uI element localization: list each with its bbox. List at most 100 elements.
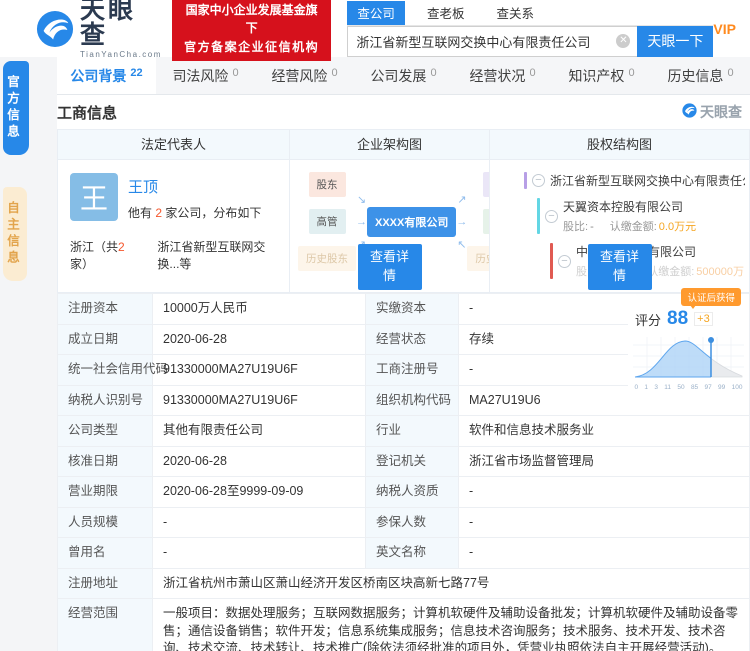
org-node[interactable]: 高管 [308,209,346,234]
axis-tick: 85 [690,383,699,391]
arrow-up-left-icon: ↖ [457,238,467,251]
equity-node: − 天翼资本控股有限公司 股比: - 认缴金额: 0.0万元 [537,198,745,234]
table-row: 人员规模 - 参保人数 - [57,506,750,538]
table-label-cell: 参保人数 [365,506,459,538]
nav-tab-label: 经营风险 [271,67,328,84]
ratio-value: - [590,221,594,233]
search-type-tabs: 查公司 查老板 查关系 [347,0,714,26]
table-label-cell: 公司类型 [57,415,153,447]
amount-value: 0.0万元 [658,221,697,233]
axis-tick: 100 [731,383,743,391]
collapse-icon[interactable]: − [532,174,545,187]
table-row: 核准日期 2020-06-28 登记机关 浙江省市场监督管理局 [57,445,750,477]
axis-tick: 50 [677,383,685,391]
equity-column: 股权结构图 − 浙江省新型互联网交换中心有限责任公司 − 天翼资本控股有限公司 股比: -… [490,130,749,292]
nav-tab[interactable]: 经营风险 0 [255,57,354,94]
watermark-text: 天眼查 [700,104,742,120]
arrow-down-right-icon: ↘ [356,193,367,206]
nav-tab-label: 知识产权 [568,67,625,84]
arrow-right-icon: → [456,215,468,228]
nav-tab-count: 0 [529,67,536,79]
region-company-link[interactable]: 浙江省新型互联网交换...等 [157,238,279,272]
org-view-detail-button[interactable]: 查看详情 [357,244,422,290]
org-node[interactable]: 分支机构 [483,209,489,234]
search-type-tab[interactable]: 查老板 [417,1,475,25]
search-area: 查公司查老板查关系 ✕ 天眼一下 [347,0,714,57]
table-row: 公司类型 其他有限责任公司 行业 软件和信息技术服务业 [57,415,750,447]
table-value-cell: 浙江省杭州市萧山区萧山经济开发区桥南区块高新七路77号 [152,567,750,599]
table-label-cell: 实缴资本 [365,293,459,325]
org-node[interactable]: 股东 [308,172,346,197]
equity-node-text: 浙江省新型互联网交换中心有限责任公司 [550,172,745,189]
nav-tab-label: 公司发展 [370,67,427,84]
nav-tab-count: 22 [130,67,143,79]
score-value: 88 [667,308,689,329]
tianyancha-logo[interactable]: 天眼查 TianYanCha.com [36,0,162,59]
gov-badge-line1: 国家中小企业发展基金旗下 [185,2,318,36]
search-row: ✕ 天眼一下 [347,25,714,57]
collapse-icon[interactable]: − [558,254,571,268]
nav-tab-label: 历史信息 [667,67,724,84]
avatar[interactable]: 王 [70,173,118,221]
amount-label: 认缴金额: [647,266,695,278]
table-value-cell: 一般项目：数据处理服务；互联网数据服务；计算机软硬件及辅助设备批发；计算机软硬件… [152,598,750,651]
nav-tab[interactable]: 经营状况 0 [453,57,552,94]
table-label-cell: 组织机构代码 [365,384,459,416]
table-value-cell: 浙江省市场监督管理局 [458,445,750,477]
table-label-cell: 成立日期 [57,323,153,355]
section-head: 工商信息 天眼查 [57,95,750,129]
axis-tick: 11 [664,383,672,391]
clear-input-icon[interactable]: ✕ [616,34,631,48]
legal-rep-header: 法定代表人 [58,130,289,160]
nav-tab[interactable]: 历史信息 0 [651,57,750,94]
org-right-stack: 对外投资分支机构历史法定代表人 [467,172,489,271]
nav-tab[interactable]: 公司发展 0 [354,57,453,94]
top-header: 天眼查 TianYanCha.com 国家中小企业发展基金旗下 官方备案企业征信… [0,0,750,62]
legal-rep-top: 王 王顶 他有 2 家公司，分布如下 [70,173,279,221]
table-label-cell: 统一社会信用代码 [57,354,168,386]
nav-tab[interactable]: 司法风险 0 [156,57,255,94]
search-input-wrap: ✕ [347,25,638,57]
amount-value: 500000万 人民 [696,266,745,278]
org-center-company[interactable]: XXXX有限公司 [367,206,457,237]
equity-node-detail: 股比: - 认缴金额: 0.0万元 [563,218,696,234]
table-label-cell: 英文名称 [365,537,459,569]
score-head: 评分 88 +3 [635,308,744,330]
nav-tab[interactable]: 知识产权 0 [552,57,651,94]
tianyancha-eye-icon [36,10,74,48]
table-label-cell: 人员规模 [57,506,153,538]
equity-company-name[interactable]: 浙江省新型互联网交换中心有限责任公司 [550,172,745,189]
table-value-cell: 软件和信息技术服务业 [458,415,750,447]
tianyancha-watermark-icon [682,103,697,121]
org-node[interactable]: 对外投资 [483,172,489,197]
vip-link[interactable]: VIP [713,21,736,37]
nav-tab-count: 0 [232,67,239,79]
equity-view-detail-button[interactable]: 查看详情 [587,244,652,290]
table-value-cell: - [458,476,750,508]
org-node[interactable]: 历史股东 [298,246,356,271]
legal-rep-name-link[interactable]: 王顶 [128,176,261,197]
certification-badge[interactable]: 认证后获得 [681,288,741,309]
search-button[interactable]: 天眼一下 [637,25,714,57]
search-input[interactable] [348,33,638,49]
gov-badge-line2: 官方备案企业征信机构 [184,39,320,54]
table-wrap: 注册资本 10000万人民币 实缴资本 - 成立日期 2020-06-28 经营状态 存续 统一… [57,288,750,651]
equity-company-name[interactable]: 天翼资本控股有限公司 [563,198,696,215]
table-label-cell: 营业期限 [57,476,153,508]
collapse-icon[interactable]: − [545,209,558,223]
table-value-cell: - [152,537,366,569]
search-type-tab[interactable]: 查公司 [347,0,405,25]
nav-tab[interactable]: 公司背景 22 [57,57,156,94]
table-label-cell: 工商注册号 [365,354,459,386]
legal-rep-region-row: 浙江（共2家） 浙江省新型互联网交换...等 [70,238,279,272]
score-distribution-chart [633,337,744,378]
nav-tab-count: 0 [727,67,734,79]
sidebar-item[interactable]: 官方信息 [3,61,29,155]
score-label: 评分 [635,312,662,328]
score-delta: +3 [694,312,713,326]
legal-rep-desc: 他有 2 家公司，分布如下 [128,206,262,220]
search-type-tab[interactable]: 查关系 [486,1,544,25]
sidebar-item[interactable]: 自主信息 [3,187,27,281]
org-node[interactable]: 历史法定代表人 [467,246,489,271]
equity-branch-bar [550,243,553,279]
